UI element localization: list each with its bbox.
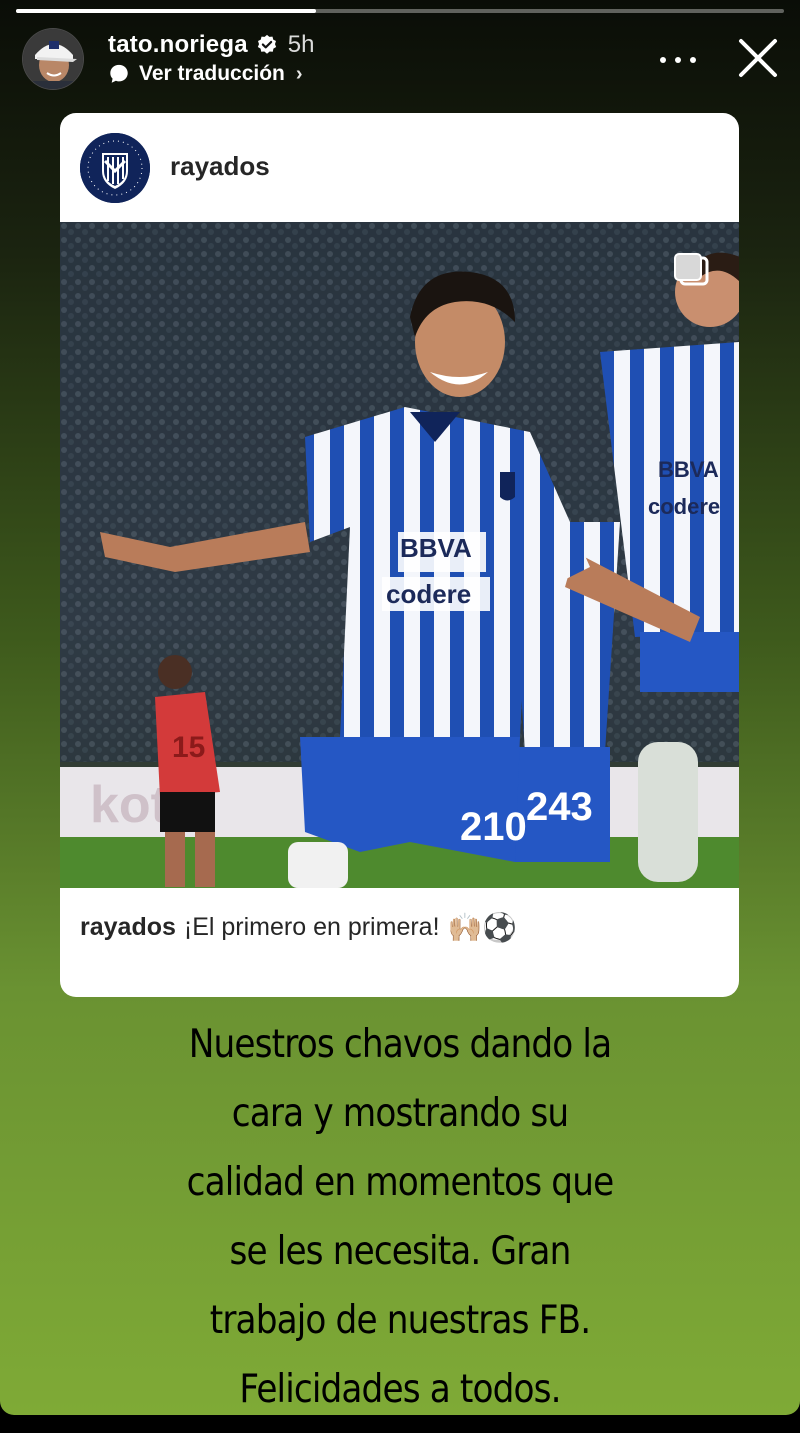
story-text-line: cara y mostrando su	[231, 1091, 569, 1136]
rival-jersey-number: 15	[172, 731, 205, 764]
sponsor-right-bbva: BBVA	[658, 457, 719, 482]
rayados-avatar[interactable]	[80, 133, 150, 203]
jersey-number-210: 210	[460, 805, 527, 849]
story-progress-bar	[16, 9, 784, 13]
story-progress-fill	[16, 9, 316, 13]
verified-badge-icon	[257, 34, 276, 54]
reposted-post-header: rayados	[60, 113, 739, 222]
story-text-line: Nuestros chavos dando la	[188, 1022, 612, 1067]
story-text-line: Felicidades a todos.	[239, 1367, 561, 1412]
reposted-post-card[interactable]: rayados kot 15 BBVA codere 243 BBVA code…	[60, 113, 739, 997]
chevron-right-icon: ›	[295, 62, 303, 85]
more-dot	[660, 57, 666, 63]
post-time: 5h	[287, 31, 315, 58]
sponsor-right-codere: codere	[648, 494, 720, 519]
story-text-overlay: Nuestros chavos dando la cara y mostrand…	[127, 1010, 673, 1415]
story-frame[interactable]: tato.noriega 5h Ver traducción › rayados…	[0, 0, 800, 1415]
reposted-account-name[interactable]: rayados	[170, 151, 270, 182]
carousel-multiple-icon	[674, 253, 709, 286]
caption-text: ¡El primero en primera!	[183, 913, 440, 941]
translation-bubble-icon	[110, 64, 128, 83]
sponsor-bbva: BBVA	[400, 533, 472, 563]
jersey-number-243: 243	[526, 785, 593, 829]
see-translation-label: Ver traducción	[139, 62, 285, 85]
see-translation-link[interactable]: Ver traducción ›	[108, 62, 303, 86]
more-options-icon[interactable]	[660, 48, 696, 72]
bottom-bar	[0, 1415, 800, 1433]
ad-board-text: kot	[90, 776, 168, 834]
more-dot	[675, 57, 681, 63]
story-username[interactable]: tato.noriega	[108, 31, 248, 59]
story-text-line: trabajo de nuestras FB.	[209, 1298, 591, 1343]
post-photo[interactable]: kot 15 BBVA codere 243 BBVA codere 210	[60, 222, 739, 888]
club-crest-icon	[80, 133, 150, 203]
story-header: tato.noriega 5h Ver traducción ›	[22, 28, 782, 90]
close-icon[interactable]	[736, 36, 780, 80]
caption-emoji: 🙌🏼⚽	[447, 912, 518, 943]
reposted-caption: rayados ¡El primero en primera! 🙌🏼⚽	[80, 911, 517, 944]
sponsor-codere: codere	[386, 579, 471, 609]
avatar[interactable]	[22, 28, 84, 90]
story-text-line: calidad en momentos que	[186, 1160, 615, 1205]
more-dot	[690, 57, 696, 63]
celebration-photo: kot 15 BBVA codere 243 BBVA codere 210	[60, 222, 739, 888]
story-text-line: se les necesita. Gran	[229, 1229, 572, 1274]
caption-username[interactable]: rayados	[80, 913, 176, 942]
username-row: tato.noriega 5h	[108, 31, 314, 59]
avatar-image	[23, 29, 83, 89]
